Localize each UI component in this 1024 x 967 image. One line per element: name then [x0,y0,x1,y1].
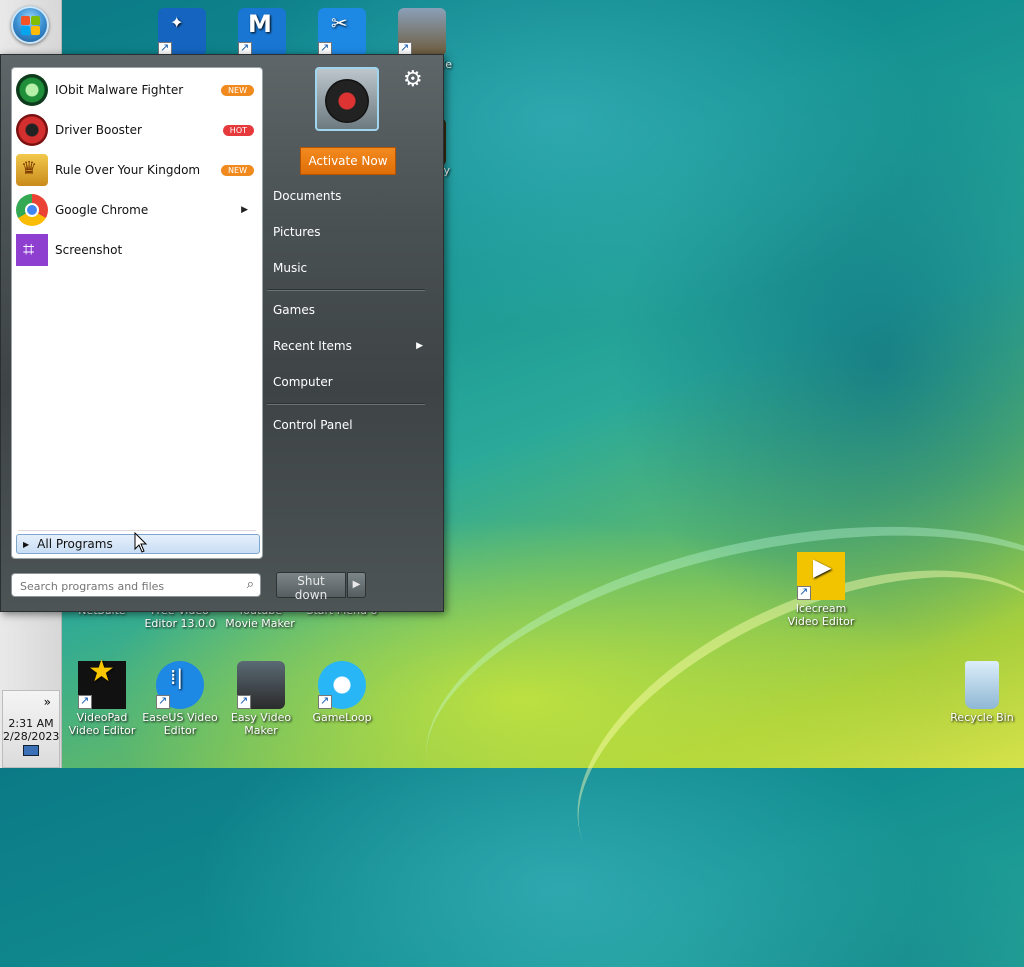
menu-item-games[interactable]: Games [267,295,433,325]
desktop-icon-label: Easy Video Maker [230,711,292,737]
gamepad-app-icon: ✦ [158,8,206,56]
windows-logo-icon [31,26,40,35]
activate-now-button[interactable]: Activate Now [300,147,396,175]
film-reel-icon [237,661,285,709]
video-cutter-icon: ✂ [318,8,366,56]
desktop-icon-gameloop[interactable]: GameLoop [302,661,382,724]
desktop-icon-easeus[interactable]: ⁞| EaseUS Video Editor [140,661,220,737]
menu-item-control-panel[interactable]: Control Panel [267,410,433,440]
m-app-icon: M [238,8,286,56]
play-icon: ▶ [797,552,845,600]
all-programs-label: All Programs [37,537,113,551]
desktop-icon[interactable]: ✂ [302,8,382,58]
submenu-arrow-icon: ▶ [416,341,423,351]
submenu-arrow-icon: ▶ [241,205,248,215]
hot-badge: HOT [222,124,254,136]
start-button[interactable] [11,6,49,44]
desktop-icon[interactable]: M [222,8,302,58]
program-label: Rule Over Your Kingdom [55,163,201,177]
desktop-icon-label: EaseUS Video Editor [142,711,218,737]
desktop-icon-videopad[interactable]: ★ VideoPad Video Editor [62,657,142,738]
vinyl-record-icon [325,79,369,123]
shutdown-button[interactable]: Shut down [276,572,346,602]
program-label: IObit Malware Fighter [55,83,184,97]
shortcut-arrow-icon [156,694,170,709]
program-item-rule-over-your-kingdom[interactable]: ♛ Rule Over Your Kingdom NEW [16,151,258,189]
program-item-driver-booster[interactable]: Driver Booster HOT [16,111,258,149]
desktop-icon-easy-video-maker[interactable]: Easy Video Maker [221,661,301,737]
show-hidden-icons-button[interactable]: » [3,695,59,709]
search-input[interactable] [18,577,234,595]
driver-booster-icon [16,114,48,146]
windows-logo-icon [21,26,30,35]
program-label: Screenshot [55,243,123,257]
show-desktop-icon[interactable] [23,745,39,756]
desktop-icon-label: VideoPad Video Editor [68,711,136,737]
desktop-icon-label: Recycle Bin [950,711,1014,724]
divider [18,530,256,531]
menu-item-recent-items[interactable]: Recent Items ▶ [267,331,433,361]
new-badge: NEW [221,164,254,176]
gameloop-icon [318,661,366,709]
shutdown-options-arrow-icon[interactable]: ▶ [347,572,366,598]
gear-icon[interactable]: ⚙ [403,67,423,92]
chrome-icon [16,194,48,226]
game-poster-icon [398,8,446,56]
film-star-icon: ★ [78,657,126,709]
program-label: Google Chrome [55,203,149,217]
iobit-malware-fighter-icon [16,74,48,106]
expand-arrow-icon: ▶ [23,539,30,549]
shortcut-arrow-icon [797,585,811,600]
desktop-icon-recycle-bin[interactable]: Recycle Bin [942,661,1022,724]
menu-item-music[interactable]: Music [267,253,433,283]
mouse-cursor-icon [134,532,148,553]
menu-item-pictures[interactable]: Pictures [267,217,433,247]
search-box[interactable]: ⌕ [11,573,261,597]
divider [267,403,425,405]
program-item-google-chrome[interactable]: Google Chrome ▶ [16,191,258,229]
clock-time[interactable]: 2:31 AM [3,717,59,730]
program-label: Driver Booster [55,123,142,137]
program-list: IObit Malware Fighter NEW Driver Booster… [11,67,263,559]
new-badge: NEW [221,84,254,96]
program-item-screenshot[interactable]: ⌗ Screenshot [16,231,258,269]
screenshot-crop-icon: ⌗ [16,234,48,266]
user-avatar[interactable] [315,67,379,131]
search-icon: ⌕ [246,577,254,592]
shortcut-arrow-icon [78,694,92,709]
menu-item-label: Recent Items [273,339,352,353]
desktop-icon[interactable]: ✦ [142,8,222,58]
recycle-bin-icon [965,661,999,709]
desktop-icon-icecream-video-editor[interactable]: ▶ Icecream Video Editor [781,552,861,628]
windows-logo-icon [31,16,40,25]
menu-item-documents[interactable]: Documents [267,181,433,211]
shortcut-arrow-icon [318,694,332,709]
system-tray: » 2:31 AM 2/28/2023 [2,690,60,768]
easeus-icon: ⁞| [156,661,204,709]
shortcut-arrow-icon [237,694,251,709]
desktop-icon-label: Icecream Video Editor [787,602,855,628]
divider [267,289,425,291]
start-menu: IObit Malware Fighter NEW Driver Booster… [0,54,444,612]
crown-icon: ♛ [16,154,48,186]
menu-item-computer[interactable]: Computer [267,367,433,397]
clock-date[interactable]: 2/28/2023 [3,730,59,743]
desktop-icon-label: GameLoop [312,711,372,724]
program-item-iobit-malware-fighter[interactable]: IObit Malware Fighter NEW [16,71,258,109]
windows-logo-icon [21,16,30,25]
